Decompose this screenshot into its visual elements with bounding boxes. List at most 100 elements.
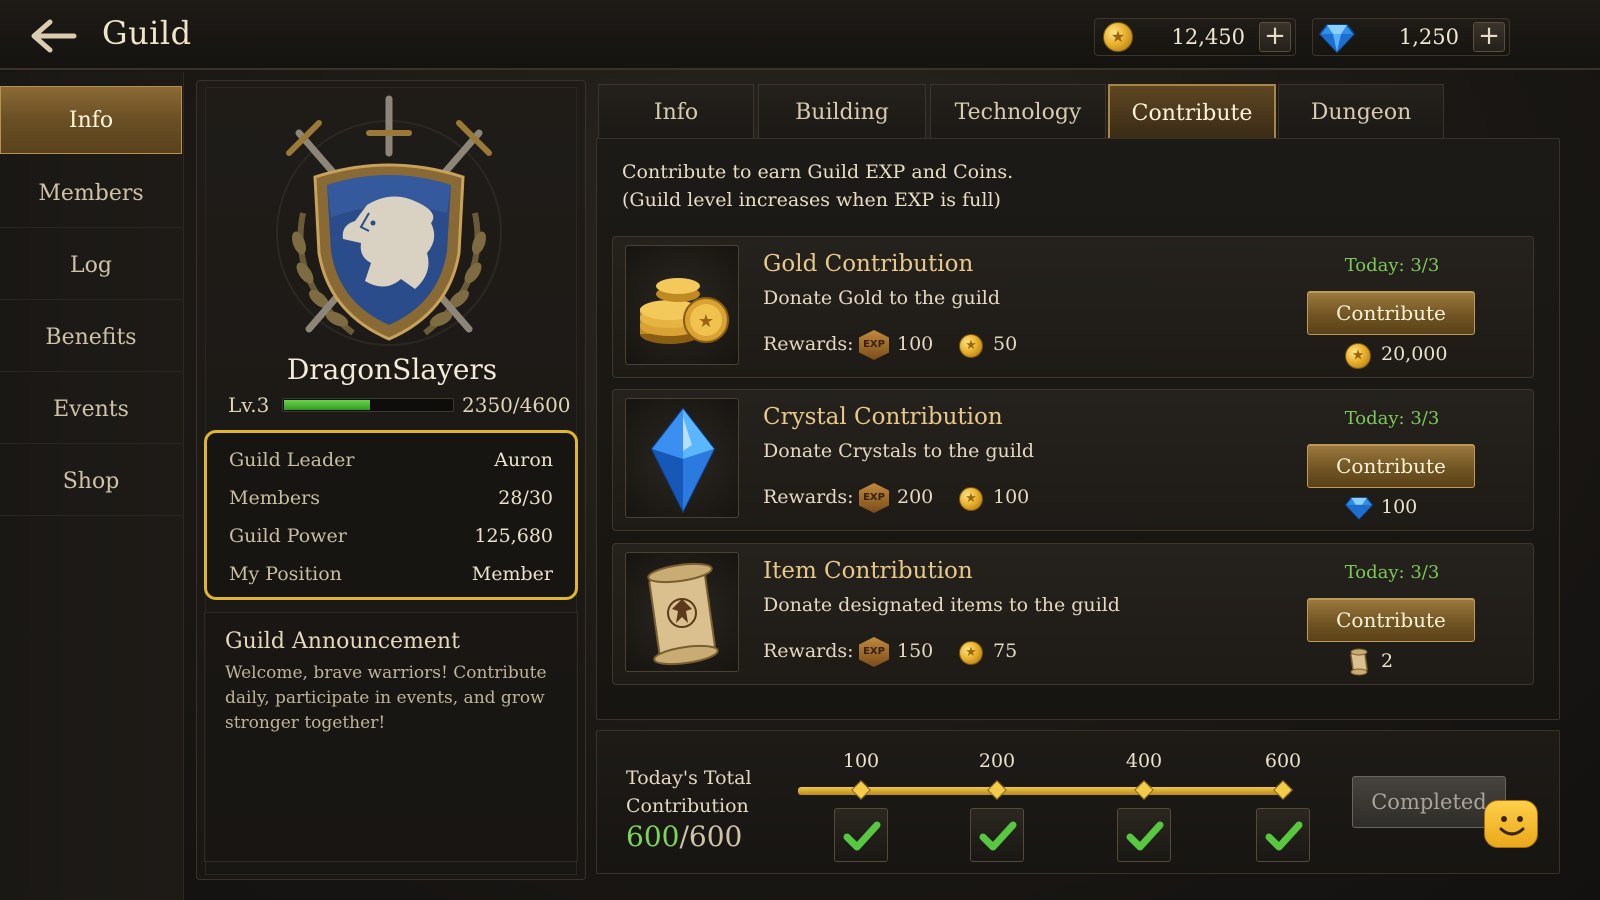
- coin-icon: [959, 334, 983, 358]
- today-count: Today: 3/3: [1344, 255, 1440, 276]
- gold-contribution-card: ★ Gold Contribution Donate Gold to the g…: [612, 236, 1534, 378]
- info-key: Guild Leader: [229, 449, 355, 471]
- card-desc: Donate Crystals to the guild: [763, 440, 1035, 462]
- guild-exp-fill: [284, 400, 370, 410]
- reward-exp: 150: [897, 640, 934, 662]
- card-title: Gold Contribution: [763, 251, 974, 277]
- gold-amount: 12,450: [1171, 25, 1245, 49]
- svg-text:★: ★: [698, 311, 714, 332]
- guild-announcement: Guild Announcement Welcome, brave warrio…: [204, 612, 578, 862]
- sidebar-item-events[interactable]: Events: [0, 376, 182, 444]
- info-row-members: Members 28/30: [229, 487, 553, 517]
- gold-cost: 20,000: [1381, 343, 1448, 365]
- gold-coin-icon: [1345, 343, 1371, 369]
- top-bar: Guild 12,450 + 1,250 +: [0, 0, 1600, 70]
- info-key: My Position: [229, 563, 342, 585]
- blue-gem-icon: [1319, 24, 1355, 53]
- reward-exp: 200: [897, 486, 934, 508]
- scroll-icon: [625, 552, 739, 672]
- add-gold-button[interactable]: +: [1259, 22, 1291, 52]
- rewards-label: Rewards:: [763, 486, 854, 508]
- checkmark-icon: [843, 821, 881, 851]
- sidebar: Info Members Log Benefits Events Shop: [0, 72, 184, 900]
- sidebar-item-members[interactable]: Members: [0, 160, 182, 228]
- gem-currency: 1,250 +: [1312, 18, 1510, 56]
- guild-level: Lv.3: [228, 393, 270, 417]
- info-row-leader: Guild Leader Auron: [229, 449, 553, 479]
- coin-icon: [959, 487, 983, 511]
- intro-line: Contribute to earn Guild EXP and Coins.: [622, 161, 1014, 183]
- coin-icon: [959, 641, 983, 665]
- tab-info[interactable]: Info: [598, 84, 754, 140]
- milestone-reward-chest[interactable]: [970, 808, 1024, 862]
- checkmark-icon: [1265, 821, 1303, 851]
- rewards-label: Rewards:: [763, 640, 854, 662]
- total-contribution-value: 600/600: [626, 820, 742, 853]
- exp-badge-icon: EXP: [859, 637, 889, 667]
- card-title: Item Contribution: [763, 558, 973, 584]
- announcement-body: Welcome, brave warriors! Contribute dail…: [225, 663, 547, 733]
- gold-coin-icon: [1103, 22, 1133, 52]
- reward-exp: 100: [897, 333, 934, 355]
- sidebar-item-log[interactable]: Log: [0, 232, 182, 300]
- today-count: Today: 3/3: [1344, 408, 1440, 429]
- guild-exp-text: 2350/4600: [462, 393, 571, 417]
- total-contribution-label: Today's Total Contribution: [626, 764, 752, 820]
- tab-building[interactable]: Building: [758, 84, 926, 140]
- milestone-reward-chest[interactable]: [834, 808, 888, 862]
- info-row-position: My Position Member: [229, 563, 553, 593]
- guild-crest-icon: [276, 95, 502, 346]
- add-gems-button[interactable]: +: [1473, 22, 1505, 52]
- tab-contribute[interactable]: Contribute: [1108, 84, 1276, 140]
- completed-button[interactable]: Completed: [1352, 776, 1506, 828]
- reward-coins: 100: [993, 486, 1030, 508]
- card-desc: Donate designated items to the guild: [763, 594, 1120, 616]
- total-label-line: Contribution: [626, 795, 749, 817]
- contribute-item-button[interactable]: Contribute: [1307, 598, 1475, 642]
- announcement-title: Guild Announcement: [225, 629, 460, 654]
- contribute-crystal-button[interactable]: Contribute: [1307, 444, 1475, 488]
- info-key: Members: [229, 487, 320, 509]
- info-value: 125,680: [474, 525, 553, 547]
- info-row-power: Guild Power 125,680: [229, 525, 553, 555]
- intro-line: (Guild level increases when EXP is full): [622, 189, 1001, 211]
- blue-gem-icon: [1345, 497, 1373, 520]
- scroll-icon: [1350, 648, 1368, 676]
- milestone-label: 600: [1264, 750, 1302, 772]
- sidebar-item-shop[interactable]: Shop: [0, 448, 182, 516]
- guild-exp-bar: [282, 398, 454, 412]
- checkmark-icon: [1126, 821, 1164, 851]
- gem-amount: 1,250: [1398, 25, 1459, 49]
- card-desc: Donate Gold to the guild: [763, 287, 1001, 309]
- milestone-track: [798, 787, 1290, 795]
- contribute-gold-button[interactable]: Contribute: [1307, 291, 1475, 335]
- card-title: Crystal Contribution: [763, 404, 1003, 430]
- milestone-label: 400: [1125, 750, 1163, 772]
- gold-coins-icon: ★: [625, 245, 739, 365]
- guild-name: DragonSlayers: [286, 353, 498, 386]
- blue-crystal-icon: [625, 398, 739, 518]
- tab-technology[interactable]: Technology: [930, 84, 1106, 140]
- milestone-label: 100: [842, 750, 880, 772]
- chat-smiley-icon[interactable]: [1484, 800, 1538, 848]
- tab-dungeon[interactable]: Dungeon: [1278, 84, 1444, 140]
- today-count: Today: 3/3: [1344, 562, 1440, 583]
- crystal-cost: 100: [1381, 496, 1418, 518]
- milestone-reward-chest[interactable]: [1256, 808, 1310, 862]
- page-title: Guild: [102, 14, 192, 52]
- sidebar-item-benefits[interactable]: Benefits: [0, 304, 182, 372]
- back-arrow-icon[interactable]: [28, 16, 78, 56]
- info-value: Member: [471, 563, 553, 585]
- milestone-label: 200: [978, 750, 1016, 772]
- info-value: 28/30: [498, 487, 553, 509]
- info-key: Guild Power: [229, 525, 347, 547]
- item-cost: 2: [1381, 650, 1394, 672]
- gold-currency: 12,450 +: [1094, 18, 1296, 56]
- sidebar-item-info[interactable]: Info: [0, 86, 182, 154]
- crystal-contribution-card: Crystal Contribution Donate Crystals to …: [612, 389, 1534, 531]
- contribute-intro: Contribute to earn Guild EXP and Coins. …: [622, 158, 1013, 214]
- rewards-label: Rewards:: [763, 333, 854, 355]
- total-current: 600: [626, 820, 680, 853]
- reward-coins: 50: [993, 333, 1018, 355]
- milestone-reward-chest[interactable]: [1117, 808, 1171, 862]
